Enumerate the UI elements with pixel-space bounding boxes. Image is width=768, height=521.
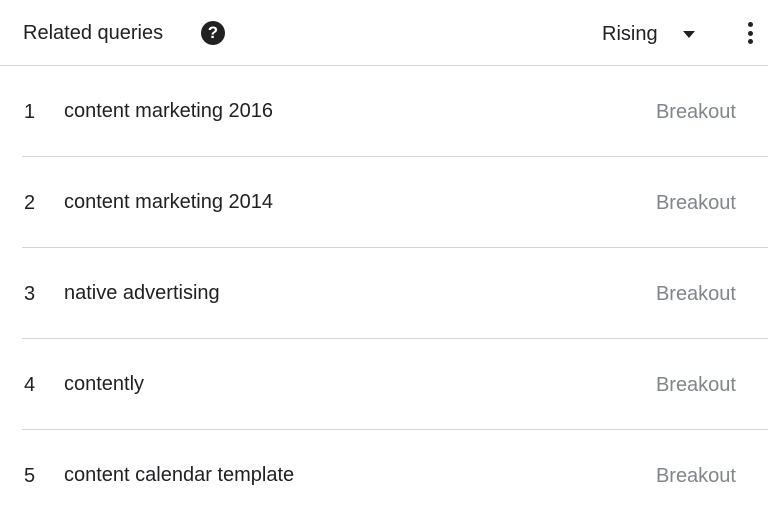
- rank-number: 4: [24, 374, 36, 396]
- list-item[interactable]: 1 content marketing 2016 Breakout: [0, 66, 768, 157]
- caret-down-icon: [682, 30, 695, 38]
- related-queries-header: Related queries ? Rising: [0, 0, 768, 66]
- more-dot: [747, 22, 753, 27]
- rising-dropdown[interactable]: Rising: [602, 20, 695, 48]
- rank-number: 1: [24, 101, 36, 123]
- more-vert-icon[interactable]: [740, 20, 760, 46]
- help-icon[interactable]: ?: [201, 21, 225, 45]
- rank-number: 2: [24, 192, 36, 214]
- rank-number: 3: [24, 283, 36, 305]
- related-queries-list: 1 content marketing 2016 Breakout 2 cont…: [0, 66, 768, 521]
- query-link[interactable]: contently: [64, 371, 144, 397]
- query-link[interactable]: content calendar template: [64, 462, 294, 488]
- more-dot: [747, 30, 753, 36]
- widget-title: Related queries: [23, 22, 164, 44]
- more-dot: [747, 39, 753, 44]
- list-item[interactable]: 4 contently Breakout: [0, 339, 768, 430]
- query-link[interactable]: content marketing 2014: [64, 189, 273, 215]
- breakout-value: Breakout: [655, 192, 736, 214]
- breakout-value: Breakout: [655, 101, 736, 123]
- list-item[interactable]: 2 content marketing 2014 Breakout: [0, 157, 768, 248]
- list-item[interactable]: 5 content calendar template Breakout: [0, 430, 768, 521]
- query-link[interactable]: native advertising: [64, 280, 220, 306]
- list-item[interactable]: 3 native advertising Breakout: [0, 248, 768, 339]
- breakout-value: Breakout: [655, 374, 736, 396]
- dropdown-label: Rising: [602, 23, 658, 45]
- rank-number: 5: [24, 465, 36, 487]
- query-link[interactable]: content marketing 2016: [64, 98, 273, 124]
- breakout-value: Breakout: [655, 283, 736, 305]
- breakout-value: Breakout: [655, 465, 736, 487]
